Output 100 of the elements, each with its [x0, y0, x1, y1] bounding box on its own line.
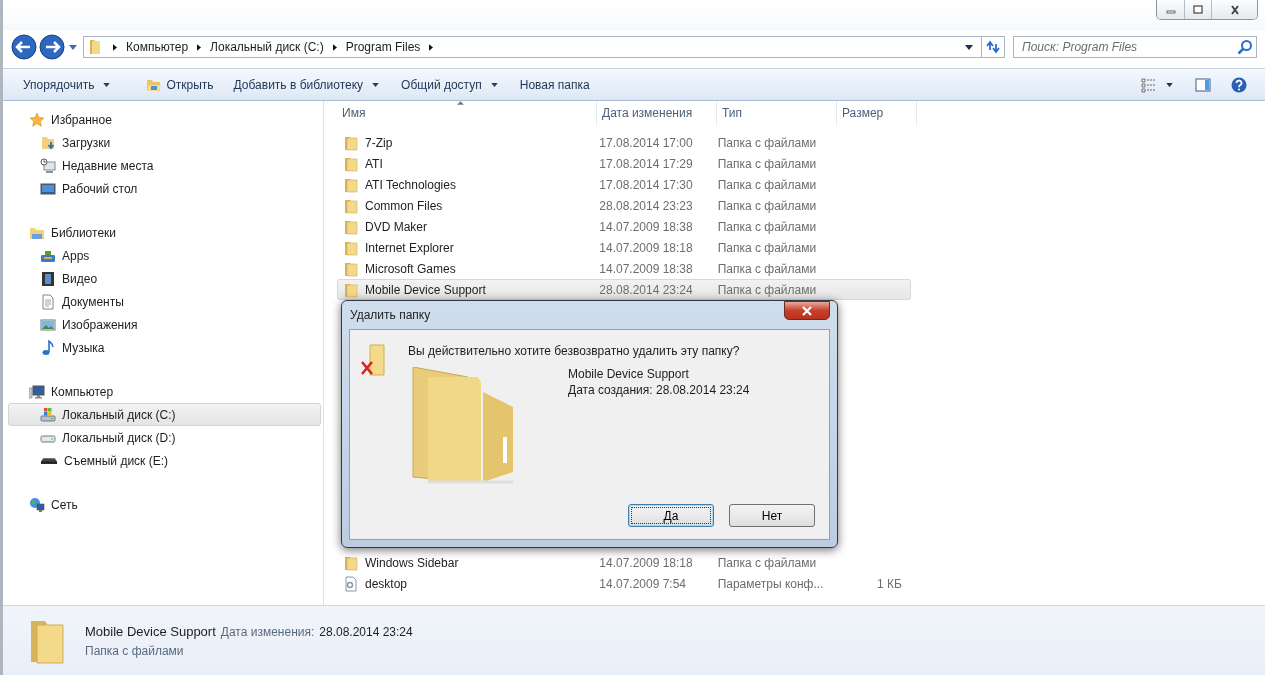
computer-icon [29, 383, 45, 400]
navigation-item[interactable]: Съемный диск (E:) [8, 449, 321, 472]
date-cell: 14.07.2009 18:38 [599, 219, 693, 234]
navigation-item[interactable]: Apps [8, 244, 321, 267]
navigation-item[interactable]: Недавние места [8, 154, 321, 177]
type-cell: Папка с файлами [717, 156, 817, 171]
column-header[interactable]: Тип [717, 101, 837, 125]
music-note-icon [40, 339, 56, 356]
folder-icon [343, 197, 359, 214]
file-name: ATI Technologies [365, 177, 456, 192]
column-header[interactable]: Имя [337, 101, 597, 125]
back-button[interactable] [11, 34, 37, 60]
recent-places-icon [40, 157, 56, 174]
date-cell: 28.08.2014 23:23 [599, 198, 693, 213]
navigation-item[interactable]: Локальный диск (C:) [8, 403, 321, 426]
navigation-item[interactable]: Изображения [8, 313, 321, 336]
caret-icon [372, 82, 380, 87]
address-bar[interactable]: Компьютер Локальный диск (C:) Program Files [83, 36, 982, 58]
breadcrumb[interactable]: Program Files [345, 40, 421, 54]
search-field[interactable]: Поиск: Program Files [1013, 36, 1257, 58]
dialog-button[interactable]: Нет [729, 504, 815, 527]
folder-icon [343, 176, 359, 193]
caret-icon [103, 82, 111, 87]
toolbar-button[interactable]: Открыть [138, 73, 222, 96]
navigation-item[interactable]: Видео [8, 267, 321, 290]
list-view-icon [1141, 76, 1157, 93]
settings-file-icon [343, 575, 359, 592]
type-cell: Параметры конф... [717, 576, 824, 591]
file-name: 7-Zip [365, 135, 393, 150]
date-cell: 17.08.2014 17:00 [599, 135, 693, 150]
file-row[interactable]: ATI Technologies 17.08.2014 17:30 Папка с файлами [337, 174, 911, 195]
dialog-message: Вы действительно хотите безвозвратно удалить эту папку? [408, 344, 741, 358]
folder-icon [343, 155, 359, 172]
caret-icon [1166, 82, 1173, 87]
date-value: 28.08.2014 23:24 [319, 624, 413, 639]
folder-name: Mobile Device Support [568, 367, 690, 381]
refresh-button[interactable] [981, 36, 1005, 58]
file-name: Mobile Device Support [365, 282, 486, 297]
type-cell: Папка с файлами [717, 555, 817, 570]
file-row[interactable]: Internet Explorer 14.07.2009 18:18 Папка с файлами [337, 237, 911, 258]
file-row[interactable]: desktop 14.07.2009 7:54 Параметры конф... 1 КБ [337, 573, 911, 594]
close-icon [1228, 4, 1241, 15]
maximize-button[interactable] [1184, 0, 1211, 19]
date-cell: 14.07.2009 18:18 [599, 240, 693, 255]
toolbar-button[interactable]: Упорядочить [15, 74, 121, 95]
close-button[interactable] [784, 301, 830, 320]
breadcrumb[interactable]: Компьютер [126, 40, 189, 54]
search-icon [1237, 39, 1253, 55]
type-cell: Папка с файлами [717, 261, 817, 276]
toolbar-button[interactable]: Добавить в библиотеку [225, 74, 390, 95]
maximize-icon [1192, 4, 1204, 15]
date-cell: 17.08.2014 17:29 [599, 156, 693, 171]
navigation-item[interactable]: Библиотеки [8, 221, 321, 244]
file-row[interactable]: Microsoft Games 14.07.2009 18:38 Папка с файлами [337, 258, 911, 279]
item-type: Папка с файлами [85, 643, 185, 658]
file-row[interactable]: Common Files 28.08.2014 23:23 Папка с файлами [337, 195, 911, 216]
file-name: Common Files [365, 198, 443, 213]
close-icon [801, 305, 813, 316]
navigation-item[interactable]: Локальный диск (D:) [8, 426, 321, 449]
breadcrumb[interactable]: Локальный диск (C:) [210, 40, 324, 54]
file-row[interactable]: Windows Sidebar 14.07.2009 18:18 Папка с файлами [337, 552, 911, 573]
folder-icon [343, 239, 359, 256]
folder-icon [343, 134, 359, 151]
size-cell: 1 КБ [877, 576, 902, 591]
chevron-right-icon[interactable] [197, 43, 202, 51]
file-row[interactable]: ATI 17.08.2014 17:29 Папка с файлами [337, 153, 911, 174]
creation-date: Дата создания: 28.08.2014 23:24 [568, 383, 750, 397]
file-row[interactable]: 7-Zip 17.08.2014 17:00 Папка с файлами [337, 132, 911, 153]
type-cell: Папка с файлами [717, 219, 817, 234]
navigation-item[interactable]: Сеть [8, 493, 321, 516]
chevron-right-icon[interactable] [332, 43, 337, 51]
navigation-item[interactable]: Загрузки [8, 131, 321, 154]
chevron-right-icon[interactable] [429, 43, 434, 51]
navigation-item[interactable]: Избранное [8, 108, 321, 131]
column-header[interactable]: Размер [837, 101, 917, 125]
folder-icon [343, 554, 359, 571]
navigation-item[interactable]: Музыка [8, 336, 321, 359]
file-name: ATI [365, 156, 383, 171]
navigation-item[interactable]: Компьютер [8, 380, 321, 403]
date-cell: 28.08.2014 23:24 [599, 282, 693, 297]
network-globe-icon [29, 496, 45, 513]
chevron-right-icon[interactable] [113, 43, 117, 51]
sort-arrow-icon [457, 101, 464, 105]
file-name: desktop [365, 576, 408, 591]
dropdown-caret-icon[interactable] [965, 44, 973, 50]
column-header[interactable]: Дата изменения [597, 101, 717, 125]
toolbar-button[interactable]: Новая папка [511, 74, 598, 95]
navigation-item[interactable]: Документы [8, 290, 321, 313]
date-label: Дата изменения: [220, 624, 315, 639]
navigation-item[interactable]: Рабочий стол [8, 177, 321, 200]
file-row[interactable]: Mobile Device Support 28.08.2014 23:24 Папка с файлами [337, 279, 911, 300]
dialog-button[interactable]: Да [628, 504, 714, 527]
close-button[interactable] [1211, 0, 1257, 19]
system-drive-icon [40, 406, 56, 423]
date-cell: 14.07.2009 18:18 [599, 555, 693, 570]
toolbar-button[interactable]: Общий доступ [393, 74, 508, 95]
preview-pane-icon [1195, 76, 1211, 93]
dialog-title: Удалить папку [350, 308, 431, 322]
forward-button[interactable] [39, 34, 65, 60]
file-row[interactable]: DVD Maker 14.07.2009 18:38 Папка с файлами [337, 216, 911, 237]
